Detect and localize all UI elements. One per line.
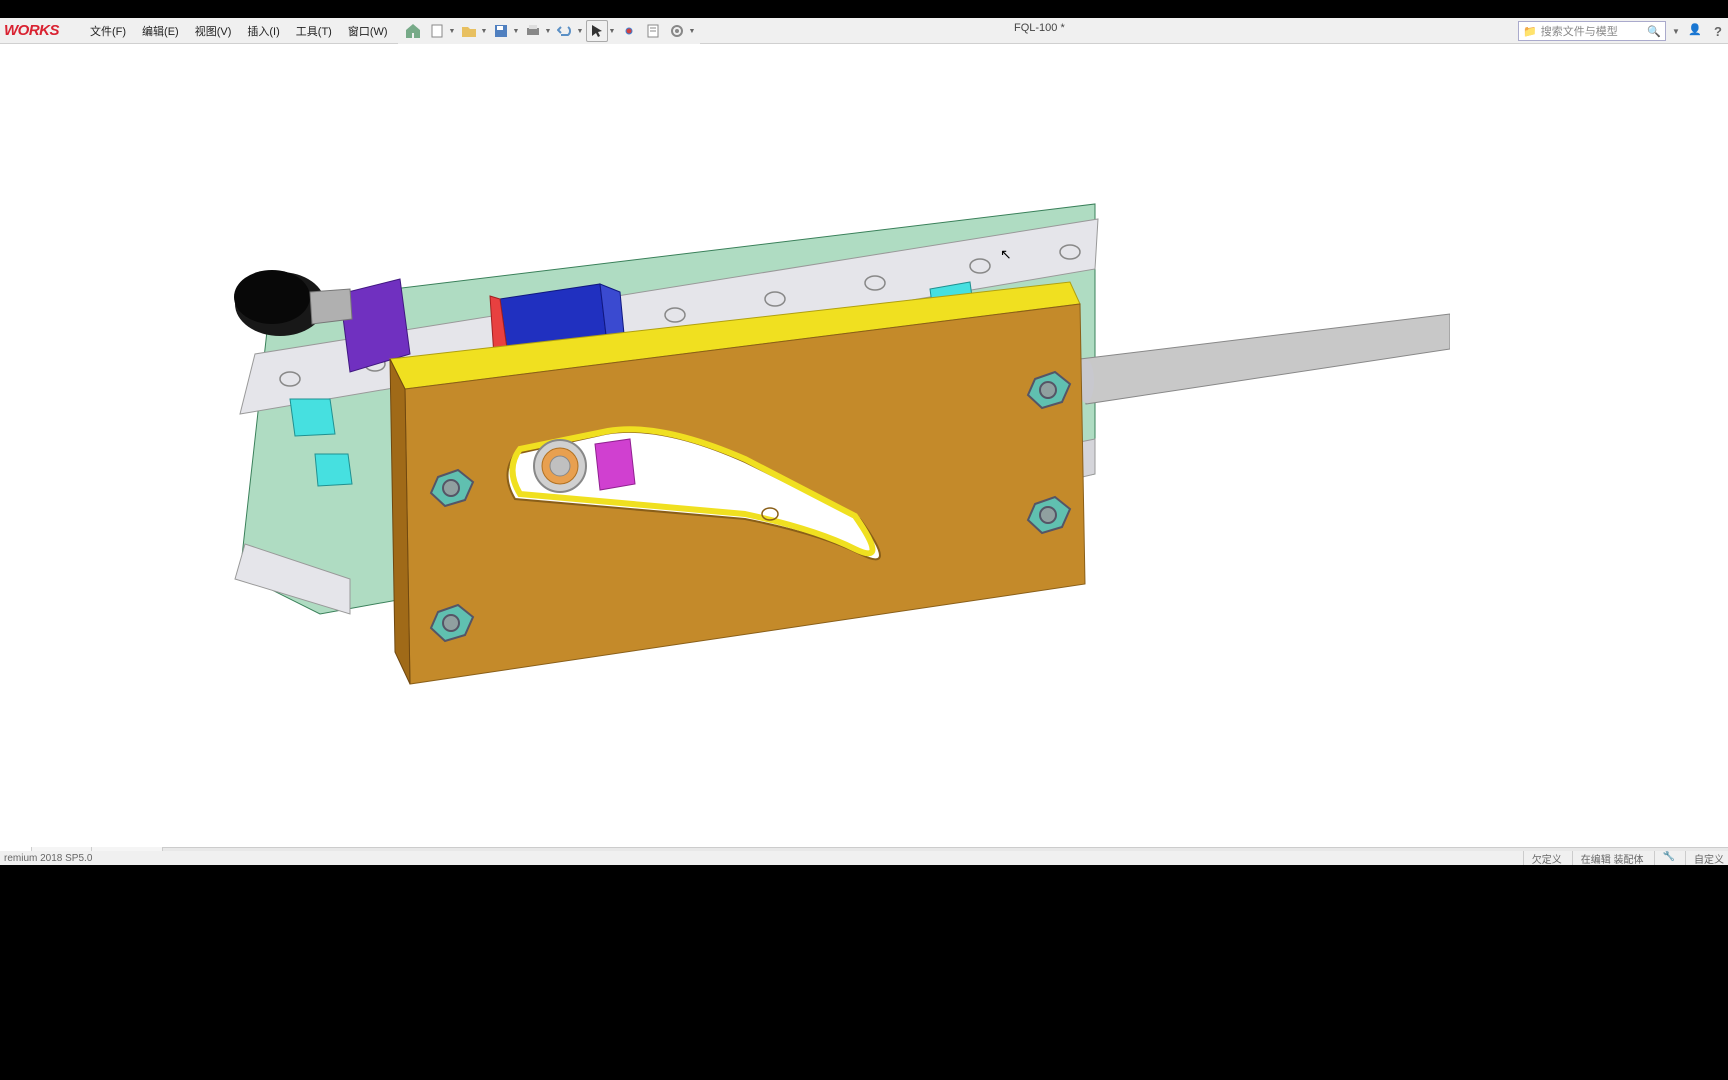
- undo-dropdown[interactable]: ▼: [576, 28, 584, 35]
- status-custom: 自定义: [1685, 851, 1724, 865]
- user-icon[interactable]: 👤: [1688, 23, 1704, 39]
- save-button[interactable]: [490, 20, 512, 42]
- menu-window[interactable]: 窗口(W): [340, 19, 396, 43]
- print-button[interactable]: [522, 20, 544, 42]
- select-dropdown[interactable]: ▼: [608, 28, 616, 35]
- rebuild-button[interactable]: [618, 20, 640, 42]
- folder-icon: 📁: [1523, 25, 1537, 38]
- search-placeholder: 搜索文件与模型: [1541, 23, 1618, 39]
- search-dropdown[interactable]: ▼: [1672, 27, 1682, 36]
- options-button[interactable]: [666, 20, 688, 42]
- status-assembly-icon: 🔧: [1654, 851, 1675, 865]
- save-dropdown[interactable]: ▼: [512, 28, 520, 35]
- undo-button[interactable]: [554, 20, 576, 42]
- mouse-cursor: ↖: [1000, 246, 1012, 263]
- select-button[interactable]: [586, 20, 608, 42]
- app-logo: WORKS: [0, 22, 67, 39]
- status-bar: remium 2018 SP5.0 欠定义 在编辑 装配体 🔧 自定义: [0, 851, 1728, 865]
- status-version: remium 2018 SP5.0: [4, 853, 92, 864]
- file-props-button[interactable]: [642, 20, 664, 42]
- options-dropdown[interactable]: ▼: [688, 28, 696, 35]
- menu-insert[interactable]: 插入(I): [239, 19, 287, 43]
- status-constraint: 欠定义: [1523, 851, 1562, 865]
- search-input[interactable]: 📁 搜索文件与模型 🔍: [1518, 21, 1666, 41]
- 3d-viewport[interactable]: ↖: [0, 44, 1728, 847]
- 3d-model-render: [200, 184, 1450, 804]
- menu-view[interactable]: 视图(V): [187, 19, 240, 43]
- open-button[interactable]: [458, 20, 480, 42]
- new-dropdown[interactable]: ▼: [448, 28, 456, 35]
- open-dropdown[interactable]: ▼: [480, 28, 488, 35]
- main-toolbar: ▼ ▼ ▼ ▼ ▼ ▼: [398, 18, 700, 44]
- menu-tools[interactable]: 工具(T): [288, 19, 340, 43]
- menu-file[interactable]: 文件(F): [82, 19, 134, 43]
- help-icon[interactable]: ?: [1710, 24, 1726, 39]
- search-icon[interactable]: 🔍: [1647, 25, 1661, 38]
- home-button[interactable]: [402, 20, 424, 42]
- new-button[interactable]: [426, 20, 448, 42]
- document-title: FQL-100 *: [1014, 22, 1065, 34]
- menu-bar: WORKS 文件(F) 编辑(E) 视图(V) 插入(I) 工具(T) 窗口(W…: [0, 18, 1728, 44]
- print-dropdown[interactable]: ▼: [544, 28, 552, 35]
- status-editing: 在编辑 装配体: [1572, 851, 1644, 865]
- menu-edit[interactable]: 编辑(E): [134, 19, 187, 43]
